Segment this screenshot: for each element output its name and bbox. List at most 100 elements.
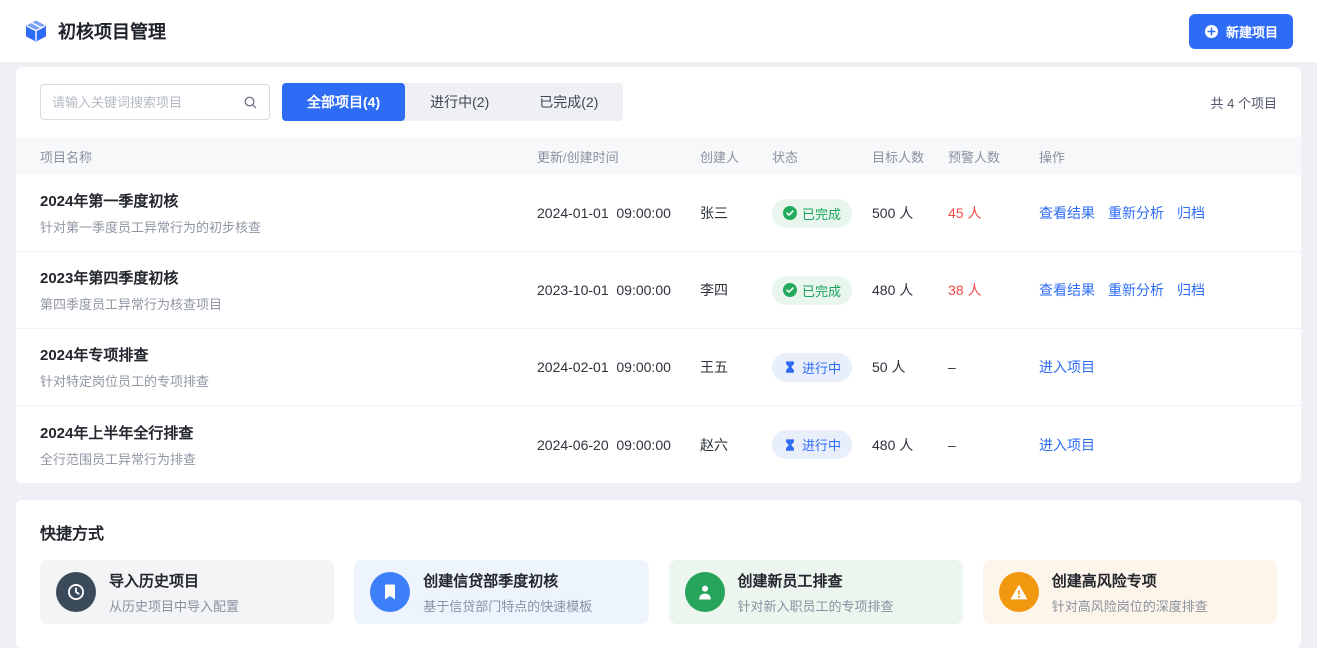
status-badge: 进行中 <box>772 430 852 459</box>
warning-count-cell: 45 人 <box>948 203 1039 223</box>
warning-count-cell: – <box>948 437 1039 453</box>
filter-tabs: 全部项目(4) 进行中(2) 已完成(2) <box>282 83 623 121</box>
bookmark-icon <box>380 582 400 602</box>
quick-card-icon-circle <box>370 572 410 612</box>
column-header: 预警人数 <box>948 147 1039 166</box>
project-name-cell: 2024年第一季度初核 针对第一季度员工异常行为的初步核查 <box>40 190 537 236</box>
filter-tab[interactable]: 全部项目(4) <box>282 83 405 121</box>
page-title: 初核项目管理 <box>58 18 166 44</box>
new-project-button[interactable]: 新建项目 <box>1189 14 1293 49</box>
column-header: 项目名称 <box>40 147 537 166</box>
table-row: 2024年专项排查 针对特定岗位员工的专项排查 2024-02-01 09:00… <box>16 329 1301 406</box>
time-cell: 2024-02-01 09:00:00 <box>537 359 700 375</box>
quick-card-icon-circle <box>685 572 725 612</box>
project-name-cell: 2023年第四季度初核 第四季度员工异常行为核查项目 <box>40 267 537 313</box>
quick-action-card[interactable]: 创建新员工排查 针对新入职员工的专项排查 <box>669 560 963 624</box>
status-badge: 进行中 <box>772 353 852 382</box>
quick-actions-panel: 快捷方式 导入历史项目 从历史项目中导入配置 创建信贷部季度初核 基于信贷部门特… <box>16 500 1301 648</box>
project-title: 2024年上半年全行排查 <box>40 422 537 443</box>
project-description: 针对第一季度员工异常行为的初步核查 <box>40 217 537 236</box>
status-label: 已完成 <box>802 204 841 223</box>
quick-card-text: 创建信贷部季度初核 基于信贷部门特点的快速模板 <box>423 570 592 615</box>
actions-cell: 进入项目 <box>1039 435 1277 455</box>
project-description: 第四季度员工异常行为核查项目 <box>40 294 537 313</box>
action-link[interactable]: 查看结果 <box>1039 203 1095 223</box>
quick-card-title: 导入历史项目 <box>109 570 239 591</box>
time-cell: 2024-06-20 09:00:00 <box>537 437 700 453</box>
status-label: 已完成 <box>802 281 841 300</box>
action-link[interactable]: 进入项目 <box>1039 435 1095 455</box>
hourglass-icon <box>783 360 797 374</box>
creator-cell: 王五 <box>700 357 772 377</box>
status-label: 进行中 <box>802 435 841 454</box>
column-header: 创建人 <box>700 147 772 166</box>
total-count: 共 4 个项目 <box>1211 93 1277 112</box>
project-name-cell: 2024年专项排查 针对特定岗位员工的专项排查 <box>40 344 537 390</box>
quick-card-description: 从历史项目中导入配置 <box>109 596 239 615</box>
quick-action-card[interactable]: 创建高风险专项 针对高风险岗位的深度排查 <box>983 560 1277 624</box>
hourglass-icon <box>783 438 797 452</box>
status-cell: 已完成 <box>772 199 872 228</box>
project-title: 2024年专项排查 <box>40 344 537 365</box>
filter-tab[interactable]: 已完成(2) <box>514 83 623 121</box>
action-link[interactable]: 归档 <box>1177 203 1205 223</box>
quick-action-card[interactable]: 导入历史项目 从历史项目中导入配置 <box>40 560 334 624</box>
cube-logo-icon <box>24 19 48 43</box>
search-input[interactable] <box>52 95 243 110</box>
actions-cell: 进入项目 <box>1039 357 1277 377</box>
quick-action-cards: 导入历史项目 从历史项目中导入配置 创建信贷部季度初核 基于信贷部门特点的快速模… <box>40 560 1277 624</box>
check-circle-icon <box>783 206 797 220</box>
time-cell: 2023-10-01 09:00:00 <box>537 282 700 298</box>
action-link[interactable]: 归档 <box>1177 280 1205 300</box>
status-cell: 进行中 <box>772 430 872 459</box>
quick-action-card[interactable]: 创建信贷部季度初核 基于信贷部门特点的快速模板 <box>354 560 648 624</box>
creator-cell: 李四 <box>700 280 772 300</box>
target-count-cell: 480 人 <box>872 280 948 300</box>
time-cell: 2024-01-01 09:00:00 <box>537 205 700 221</box>
toolbar: 全部项目(4) 进行中(2) 已完成(2) 共 4 个项目 <box>16 83 1301 121</box>
quick-card-text: 创建高风险专项 针对高风险岗位的深度排查 <box>1052 570 1208 615</box>
quick-card-description: 针对高风险岗位的深度排查 <box>1052 596 1208 615</box>
project-list-panel: 全部项目(4) 进行中(2) 已完成(2) 共 4 个项目 项目名称 更新/创建… <box>16 67 1301 483</box>
clock-icon <box>66 582 86 602</box>
status-badge: 已完成 <box>772 276 852 305</box>
project-name-cell: 2024年上半年全行排查 全行范围员工异常行为排查 <box>40 422 537 468</box>
quick-actions-title: 快捷方式 <box>40 520 1277 544</box>
quick-card-icon-circle <box>56 572 96 612</box>
quick-card-description: 针对新入职员工的专项排查 <box>738 596 894 615</box>
status-label: 进行中 <box>802 358 841 377</box>
table-row: 2024年第一季度初核 针对第一季度员工异常行为的初步核查 2024-01-01… <box>16 175 1301 252</box>
top-bar: 初核项目管理 新建项目 <box>0 0 1317 62</box>
check-circle-icon <box>783 283 797 297</box>
quick-card-description: 基于信贷部门特点的快速模板 <box>423 596 592 615</box>
table-row: 2024年上半年全行排查 全行范围员工异常行为排查 2024-06-20 09:… <box>16 406 1301 483</box>
table-row: 2023年第四季度初核 第四季度员工异常行为核查项目 2023-10-01 09… <box>16 252 1301 329</box>
warning-icon <box>1009 582 1029 602</box>
quick-card-title: 创建信贷部季度初核 <box>423 570 592 591</box>
quick-card-icon-circle <box>999 572 1039 612</box>
column-header: 操作 <box>1039 147 1277 166</box>
warning-count-cell: – <box>948 359 1039 375</box>
column-header: 状态 <box>772 147 872 166</box>
quick-card-text: 创建新员工排查 针对新入职员工的专项排查 <box>738 570 894 615</box>
action-link[interactable]: 重新分析 <box>1108 203 1164 223</box>
new-project-label: 新建项目 <box>1226 22 1278 41</box>
status-badge: 已完成 <box>772 199 852 228</box>
action-link[interactable]: 进入项目 <box>1039 357 1095 377</box>
filter-tab[interactable]: 进行中(2) <box>405 83 514 121</box>
target-count-cell: 480 人 <box>872 435 948 455</box>
creator-cell: 赵六 <box>700 435 772 455</box>
search-box[interactable] <box>40 84 270 120</box>
person-icon <box>695 582 715 602</box>
action-link[interactable]: 查看结果 <box>1039 280 1095 300</box>
project-description: 针对特定岗位员工的专项排查 <box>40 371 537 390</box>
search-icon <box>243 95 258 110</box>
action-link[interactable]: 重新分析 <box>1108 280 1164 300</box>
project-title: 2023年第四季度初核 <box>40 267 537 288</box>
warning-count-cell: 38 人 <box>948 280 1039 300</box>
project-title: 2024年第一季度初核 <box>40 190 537 211</box>
column-header: 目标人数 <box>872 147 948 166</box>
table-header-row: 项目名称 更新/创建时间 创建人 状态 目标人数 预警人数 操作 <box>16 137 1301 175</box>
status-cell: 进行中 <box>772 353 872 382</box>
creator-cell: 张三 <box>700 203 772 223</box>
